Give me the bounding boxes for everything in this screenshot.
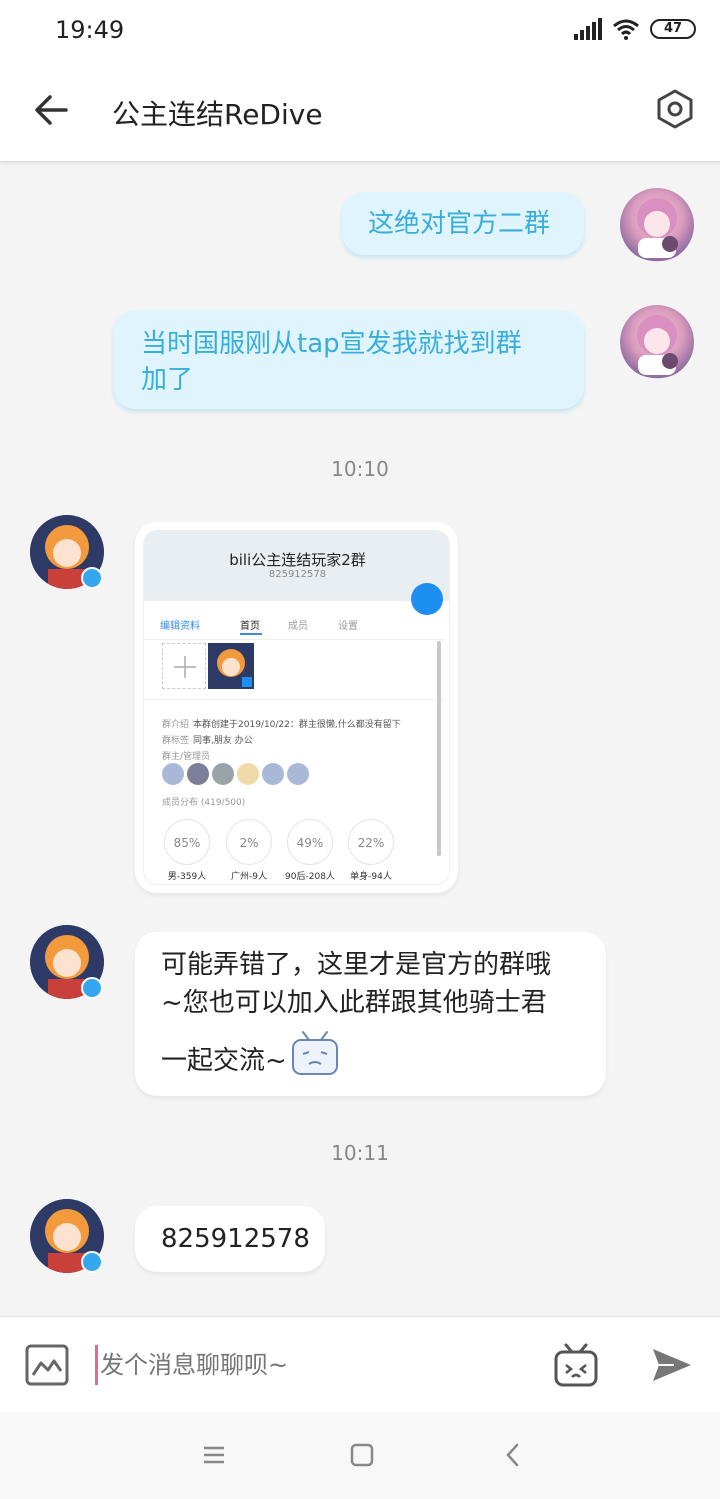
signal-icon	[574, 18, 602, 40]
nav-back-icon[interactable]	[498, 1440, 528, 1470]
screenshot-tabs: 编辑资料 首页 成员 设置	[144, 617, 444, 641]
verified-badge-icon	[81, 1251, 103, 1273]
tab-settings: 设置	[338, 621, 358, 632]
status-time: 19:49	[55, 16, 125, 44]
home-square-icon[interactable]	[347, 1440, 377, 1470]
wifi-icon	[613, 19, 639, 40]
verified-badge-icon	[81, 567, 103, 589]
group-card-image-message[interactable]: bili公主连结玩家2群 825912578 编辑资料 首页 成员 设置 群介绍…	[135, 522, 458, 893]
message-bubble-in[interactable]: 825912578	[135, 1206, 325, 1272]
status-icons: 47	[574, 18, 696, 40]
stat-circle: 2%	[226, 819, 272, 865]
member-distribution-label: 成员分布 (419/500)	[162, 798, 246, 808]
timestamp: 10:10	[331, 457, 389, 481]
divider	[144, 699, 444, 700]
back-arrow-icon[interactable]	[30, 88, 74, 132]
crying-tv-emoji-icon	[291, 1031, 338, 1075]
message-input[interactable]	[95, 1345, 535, 1385]
message-input-bar	[0, 1316, 720, 1412]
emoji-tv-icon[interactable]	[552, 1341, 600, 1389]
admins-label: 群主/管理员	[162, 752, 211, 762]
group-photo-thumbnail	[208, 643, 254, 689]
battery-indicator: 47	[650, 19, 696, 39]
message-text: ~您也可以加入此群跟其他骑士君	[161, 988, 547, 1018]
divider	[144, 639, 444, 640]
stat-circle: 22%	[348, 819, 394, 865]
stat-caption: 单身-94人	[350, 872, 392, 882]
message-text: 一起交流~	[161, 1046, 287, 1076]
stat-circle: 85%	[164, 819, 210, 865]
menu-icon[interactable]	[199, 1440, 229, 1470]
group-screenshot: bili公主连结玩家2群 825912578 编辑资料 首页 成员 设置 群介绍…	[143, 530, 450, 885]
admin-avatar	[262, 763, 284, 785]
group-intro: 群介绍 本群创建于2019/10/22：群主很懒,什么都没有留下	[162, 720, 401, 730]
message-text: 加了	[141, 365, 194, 395]
group-title: bili公主连结玩家2群	[229, 551, 366, 569]
message-text: 825912578	[161, 1224, 310, 1254]
stat-circle: 49%	[287, 819, 333, 865]
timestamp: 10:11	[331, 1141, 389, 1165]
admin-avatar	[187, 763, 209, 785]
admin-avatar	[212, 763, 234, 785]
system-nav-bar	[0, 1412, 720, 1499]
stat-caption: 90后-208人	[285, 872, 335, 882]
chat-title: 公主连结ReDive	[112, 98, 323, 131]
send-icon[interactable]	[650, 1345, 694, 1385]
message-bubble-in[interactable]: 可能弄错了，这里才是官方的群哦 ~您也可以加入此群跟其他骑士君 一起交流~	[135, 932, 606, 1096]
settings-hexagon-icon[interactable]	[654, 88, 696, 130]
admin-avatar	[237, 763, 259, 785]
status-bar: 19:49 47	[0, 0, 720, 60]
verified-badge-icon	[81, 977, 103, 999]
screenshot-scrollbar	[437, 641, 441, 856]
chat-header: 公主连结ReDive	[0, 60, 720, 162]
group-tags: 群标签 同事,朋友 办公	[162, 736, 253, 746]
admin-avatar	[287, 763, 309, 785]
chat-bubble-icon	[411, 583, 443, 615]
admin-avatar	[162, 763, 184, 785]
tab-underline	[240, 633, 262, 635]
group-id: 825912578	[268, 569, 327, 580]
my-avatar[interactable]	[620, 305, 694, 379]
tab-edit-profile: 编辑资料	[160, 621, 200, 632]
anime-girl-avatar-image	[637, 198, 678, 258]
add-photo-icon	[162, 643, 206, 689]
message-bubble-out[interactable]: 当时国服刚从tap宣发我就找到群 加了	[113, 310, 584, 409]
tab-members: 成员	[288, 621, 308, 632]
anime-girl-avatar-image	[637, 315, 678, 375]
stat-caption: 男-359人	[167, 872, 207, 882]
admin-avatars	[162, 763, 309, 785]
message-text: 可能弄错了，这里才是官方的群哦	[161, 950, 552, 980]
message-text: 当时国服刚从tap宣发我就找到群	[141, 329, 522, 359]
stat-caption: 广州-9人	[231, 872, 267, 882]
message-text: 这绝对官方二群	[368, 209, 551, 239]
image-icon[interactable]	[24, 1343, 70, 1387]
message-last-line: 一起交流~	[161, 1028, 580, 1080]
message-bubble-out[interactable]: 这绝对官方二群	[342, 192, 584, 255]
tab-home: 首页	[240, 621, 260, 632]
my-avatar[interactable]	[620, 188, 694, 262]
